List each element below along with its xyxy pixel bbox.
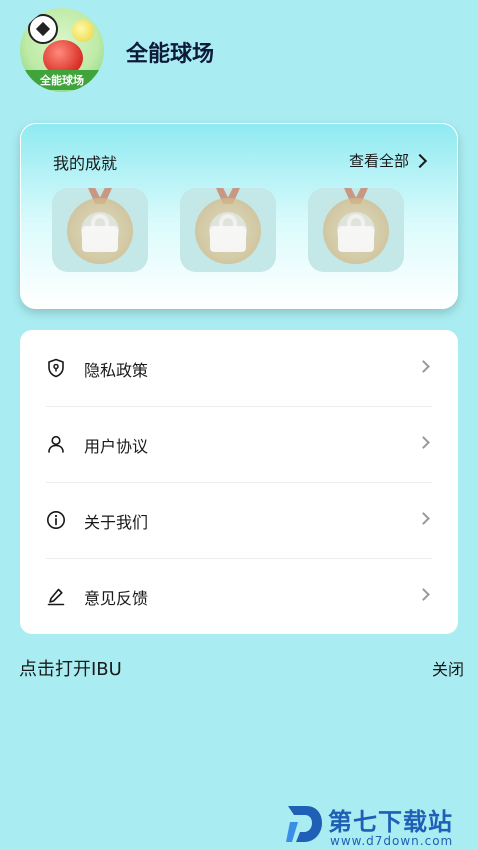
- user-icon: [48, 435, 64, 453]
- open-ibu-link[interactable]: 点击打开IBU: [19, 655, 122, 681]
- menu-item-label: 关于我们: [84, 513, 149, 532]
- menu-item-label: 意见反馈: [84, 589, 149, 608]
- tennis-ball-icon: [72, 20, 94, 42]
- settings-menu: 隐私政策 用户协议 关于我们 意见反馈: [20, 330, 458, 634]
- logo-caption: 全能球场: [20, 70, 104, 90]
- chevron-right-icon: [417, 436, 430, 449]
- chevron-right-icon: [417, 360, 430, 373]
- app-title: 全能球场: [126, 42, 215, 67]
- medal-locked-2[interactable]: [180, 188, 276, 272]
- app-logo: 全能球场: [20, 8, 104, 92]
- chevron-right-icon: [417, 588, 430, 601]
- menu-item-privacy-policy[interactable]: 隐私政策: [20, 330, 458, 406]
- soccer-ball-icon: [28, 14, 58, 44]
- info-icon: [47, 511, 65, 529]
- watermark-logo-icon: [286, 806, 322, 842]
- menu-item-about-us[interactable]: 关于我们: [20, 482, 458, 558]
- view-all-label: 查看全部: [348, 152, 409, 170]
- medal-locked-3[interactable]: [308, 188, 404, 272]
- menu-item-feedback[interactable]: 意见反馈: [20, 558, 458, 634]
- watermark-name: 第七下载站: [328, 808, 453, 836]
- chevron-right-icon: [412, 153, 428, 168]
- menu-item-label: 隐私政策: [84, 361, 149, 380]
- lock-icon: [338, 212, 374, 252]
- menu-item-label: 用户协议: [84, 437, 149, 456]
- watermark: 第七下载站 www.d7down.com: [284, 800, 476, 850]
- close-button[interactable]: 关闭: [432, 656, 464, 680]
- lock-icon: [210, 212, 246, 252]
- menu-item-user-agreement[interactable]: 用户协议: [20, 406, 458, 482]
- view-all-achievements-link[interactable]: 查看全部: [348, 150, 428, 171]
- medal-locked-1[interactable]: [52, 188, 148, 272]
- chevron-right-icon: [417, 512, 430, 525]
- privacy-shield-icon: [48, 358, 64, 378]
- watermark-url: www.d7down.com: [330, 834, 454, 848]
- header: 全能球场 全能球场: [0, 0, 478, 100]
- lock-icon: [82, 212, 118, 252]
- edit-pen-icon: [47, 588, 65, 606]
- achievements-card: 我的成就 查看全部: [20, 123, 458, 309]
- achievements-title: 我的成就: [53, 154, 118, 173]
